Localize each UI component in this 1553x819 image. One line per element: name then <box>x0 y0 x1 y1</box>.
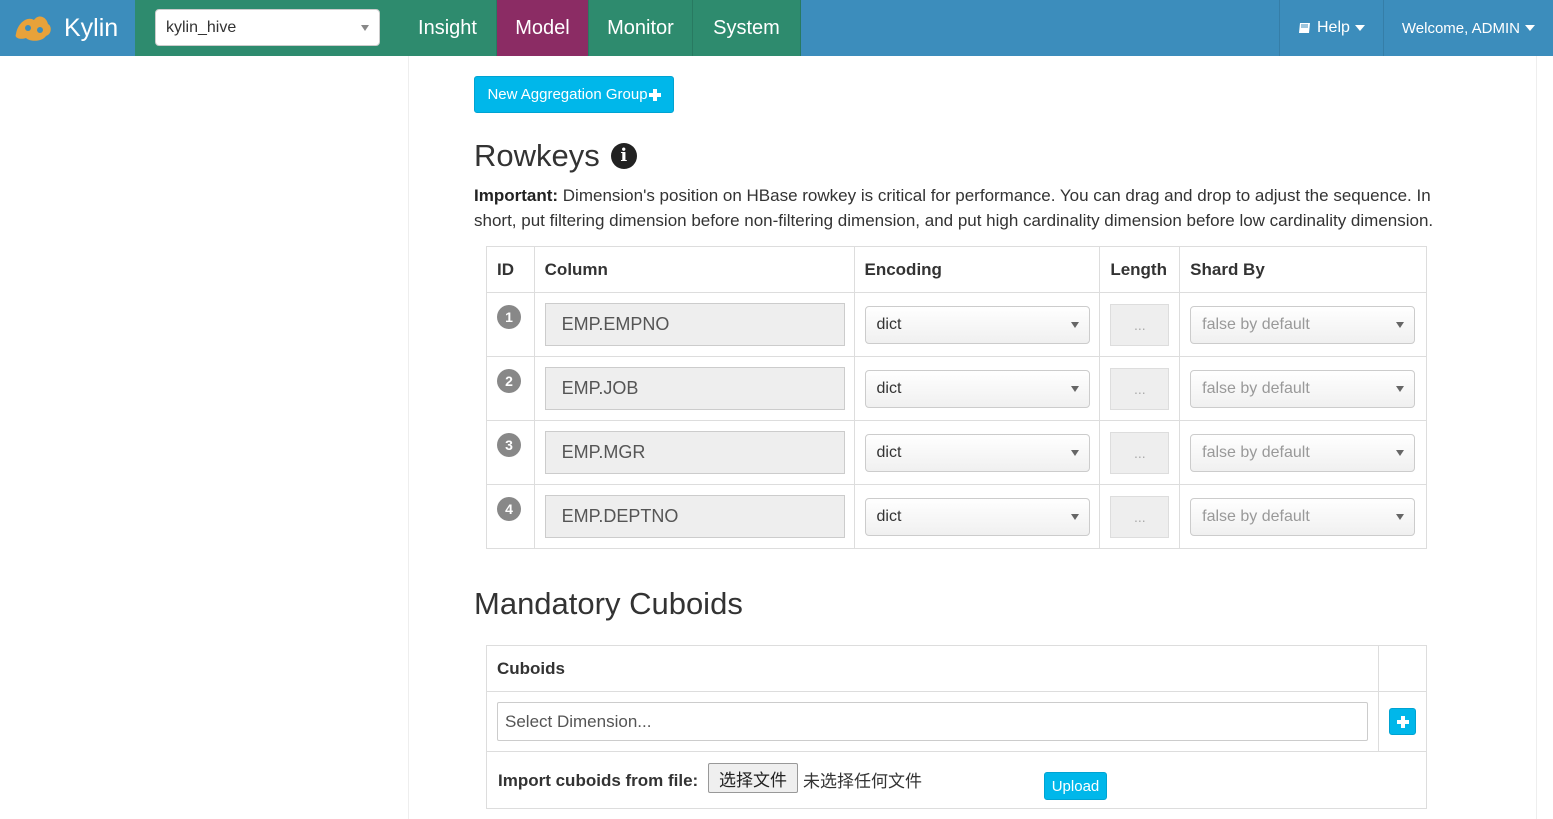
shard-by-select: false by default <box>1190 497 1416 536</box>
row-id-badge: 4 <box>497 497 521 521</box>
column-field: EMP.MGR <box>544 431 845 474</box>
chevron-down-icon <box>1396 321 1405 328</box>
rowkeys-title: Rowkeys <box>474 138 600 173</box>
chevron-down-icon <box>1396 449 1405 456</box>
chevron-down-icon <box>1070 321 1079 328</box>
project-select-value: kylin_hive <box>166 18 237 36</box>
mandatory-cuboids-table: Cuboids Select Dimension... Import cuboi… <box>485 645 1427 809</box>
tab-model[interactable]: Model <box>497 0 589 56</box>
welcome-label: Welcome, ADMIN <box>1401 19 1520 37</box>
plus-icon <box>1396 715 1409 728</box>
select-dimension-placeholder: Select Dimension... <box>505 711 652 731</box>
chevron-down-icon <box>1525 25 1535 31</box>
header-column: Column <box>533 246 855 293</box>
rowkeys-heading: Rowkeys i <box>474 134 637 178</box>
main-nav: Insight Model Monitor System <box>399 0 801 56</box>
brand[interactable]: Kylin <box>0 0 135 56</box>
header-length: Length <box>1099 246 1181 293</box>
encoding-value: dict <box>876 507 902 525</box>
encoding-select[interactable]: dict <box>864 305 1090 344</box>
shard-by-select: false by default <box>1190 305 1416 344</box>
chevron-down-icon <box>1070 449 1079 456</box>
shard-by-select: false by default <box>1190 369 1416 408</box>
chevron-down-icon <box>1396 513 1405 520</box>
select-dimension-input[interactable]: Select Dimension... <box>497 702 1369 741</box>
chevron-down-icon <box>1396 385 1405 392</box>
project-zone: kylin_hive <box>135 0 399 56</box>
brand-name: Kylin <box>64 13 119 42</box>
project-select[interactable]: kylin_hive <box>155 9 380 46</box>
important-text: Dimension's position on HBase rowkey is … <box>474 186 1434 230</box>
rowkeys-important-note: Important: Dimension's position on HBase… <box>474 183 1474 233</box>
no-file-chosen-text: 未选择任何文件 <box>803 772 922 791</box>
header-encoding: Encoding <box>853 246 1101 293</box>
length-field: ... <box>1110 431 1170 474</box>
nav-right: Help Welcome, ADMIN <box>1279 0 1553 56</box>
tab-system[interactable]: System <box>693 0 801 56</box>
table-header-row: Cuboids <box>485 645 1427 692</box>
kylin-logo-icon <box>15 16 51 41</box>
encoding-select[interactable]: dict <box>864 369 1090 408</box>
table-row[interactable]: 4 EMP.DEPTNO dict ... false by default <box>486 484 1427 549</box>
tab-insight[interactable]: Insight <box>399 0 497 56</box>
user-menu[interactable]: Welcome, ADMIN <box>1382 0 1553 56</box>
shard-by-value: false by default <box>1202 379 1310 397</box>
column-field: EMP.DEPTNO <box>544 495 845 538</box>
length-field: ... <box>1110 303 1170 346</box>
help-menu[interactable]: Help <box>1279 0 1383 56</box>
table-row[interactable]: 1 EMP.EMPNO dict ... false by default <box>486 292 1427 357</box>
encoding-select[interactable]: dict <box>864 497 1090 536</box>
row-id-badge: 2 <box>497 369 521 393</box>
chevron-down-icon <box>1070 385 1079 392</box>
header-actions <box>1378 645 1427 692</box>
column-field: EMP.EMPNO <box>544 303 845 346</box>
row-id-badge: 3 <box>497 433 521 457</box>
encoding-value: dict <box>876 443 902 461</box>
shard-by-value: false by default <box>1202 443 1310 461</box>
table-row: Select Dimension... <box>485 691 1427 752</box>
info-icon[interactable]: i <box>610 143 637 169</box>
book-icon <box>1299 22 1310 33</box>
column-field: EMP.JOB <box>544 367 845 410</box>
plus-icon <box>648 88 661 101</box>
important-label: Important: <box>474 186 559 205</box>
chevron-down-icon <box>361 25 369 31</box>
table-header-row: ID Column Encoding Length Shard By <box>486 246 1427 293</box>
import-row: Import cuboids from file: 选择文件 未选择任何文件 U… <box>486 751 1427 809</box>
shard-by-value: false by default <box>1202 507 1310 525</box>
header-id: ID <box>486 246 535 293</box>
encoding-value: dict <box>876 379 902 397</box>
upload-button[interactable]: Upload <box>1044 772 1107 800</box>
row-id-badge: 1 <box>497 305 521 329</box>
encoding-select[interactable]: dict <box>864 433 1090 472</box>
shard-by-value: false by default <box>1202 315 1310 333</box>
new-aggregation-group-label: New Aggregation Group <box>487 86 648 103</box>
header-cuboids: Cuboids <box>485 645 1380 692</box>
choose-file-button[interactable]: 选择文件 <box>708 763 798 793</box>
encoding-value: dict <box>876 315 902 333</box>
table-row[interactable]: 3 EMP.MGR dict ... false by default <box>486 420 1427 485</box>
top-navbar: Kylin kylin_hive Insight Model Monitor S… <box>0 0 1553 56</box>
help-label: Help <box>1317 19 1350 36</box>
table-row[interactable]: 2 EMP.JOB dict ... false by default <box>486 356 1427 421</box>
chevron-down-icon <box>1354 25 1365 31</box>
length-field: ... <box>1110 367 1170 410</box>
mandatory-cuboids-heading: Mandatory Cuboids <box>474 586 743 621</box>
tab-monitor[interactable]: Monitor <box>589 0 693 56</box>
new-aggregation-group-button[interactable]: New Aggregation Group <box>474 76 674 113</box>
add-cuboid-button[interactable] <box>1389 708 1416 735</box>
header-shard-by: Shard By <box>1179 246 1427 293</box>
import-cuboids-label: Import cuboids from file: <box>498 771 699 790</box>
length-field: ... <box>1110 495 1170 538</box>
shard-by-select: false by default <box>1190 433 1416 472</box>
chevron-down-icon <box>1070 513 1079 520</box>
rowkeys-table: ID Column Encoding Length Shard By 1 EMP… <box>486 246 1427 549</box>
